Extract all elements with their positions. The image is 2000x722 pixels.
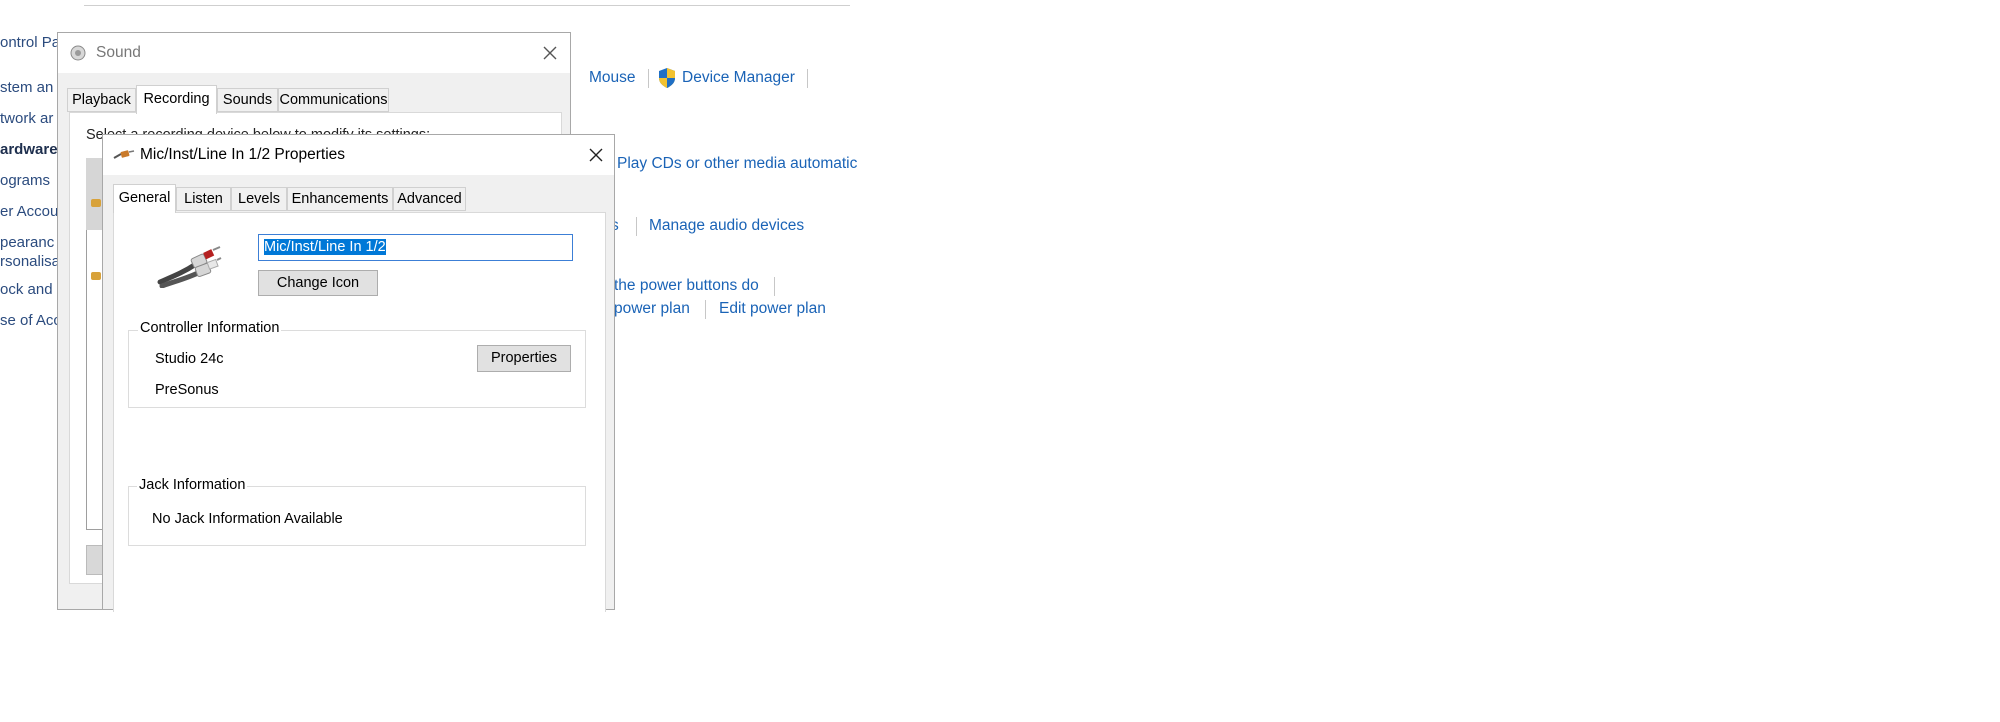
controller-properties-button[interactable]: Properties — [477, 345, 571, 372]
device-icon — [91, 272, 101, 280]
controller-vendor: PreSonus — [155, 382, 219, 398]
manage-audio-devices-link[interactable]: Manage audio devices — [649, 217, 804, 235]
properties-title-bar: Mic/Inst/Line In 1/2 Properties — [103, 135, 614, 175]
tab-enhancements[interactable]: Enhancements — [287, 187, 393, 211]
sidebar-item-clock[interactable]: ock and — [0, 281, 53, 298]
sidebar-item-user-accounts[interactable]: er Accou — [0, 203, 58, 220]
tab-recording[interactable]: Recording — [136, 85, 217, 114]
control-panel-top-border — [84, 0, 850, 6]
tab-advanced[interactable]: Advanced — [393, 187, 466, 211]
link-separator — [807, 69, 808, 88]
sidebar-item-personalisation[interactable]: rsonalisa — [0, 253, 60, 270]
controller-information-title: Controller Information — [138, 320, 282, 336]
tab-sounds[interactable]: Sounds — [217, 88, 278, 112]
sidebar-item-ease-of-access[interactable]: se of Acc — [0, 312, 61, 329]
link-separator — [648, 69, 649, 88]
sidebar-item-system[interactable]: stem an — [0, 79, 53, 96]
sound-title: Sound — [96, 44, 141, 61]
close-icon[interactable] — [536, 39, 564, 67]
edit-power-plan-link[interactable]: Edit power plan — [719, 300, 826, 318]
jack-information-title: Jack Information — [137, 477, 248, 493]
tab-listen[interactable]: Listen — [176, 187, 231, 211]
speaker-icon — [70, 45, 86, 61]
sidebar-item-hardware[interactable]: ardware — [0, 141, 58, 158]
power-buttons-link[interactable]: the power buttons do — [614, 277, 759, 295]
device-name-selected-text: Mic/Inst/Line In 1/2 — [264, 239, 386, 255]
close-icon[interactable] — [582, 141, 610, 169]
sidebar-item-appearance[interactable]: pearanc — [0, 234, 54, 251]
choose-power-plan-link[interactable]: power plan — [614, 300, 690, 318]
sound-title-bar: Sound — [58, 33, 570, 73]
tab-general[interactable]: General — [113, 184, 176, 213]
uac-shield-icon — [659, 68, 675, 88]
jack-information-text: No Jack Information Available — [152, 511, 343, 527]
tab-playback[interactable]: Playback — [67, 88, 136, 112]
device-name-input[interactable]: Mic/Inst/Line In 1/2 — [258, 234, 573, 261]
link-separator — [636, 217, 637, 236]
link-separator — [705, 300, 706, 319]
rca-plug-icon — [157, 246, 222, 288]
controller-name: Studio 24c — [155, 351, 224, 367]
autoplay-link[interactable]: Play CDs or other media automatic — [617, 155, 857, 173]
sidebar-item-programs[interactable]: ograms — [0, 172, 50, 189]
device-manager-link[interactable]: Device Manager — [682, 69, 795, 87]
device-icon — [91, 199, 101, 207]
change-icon-button[interactable]: Change Icon — [258, 270, 378, 296]
sidebar-item-network[interactable]: twork ar — [0, 110, 53, 127]
rca-cable-icon — [113, 150, 135, 159]
sidebar-item-control-panel-home[interactable]: ontrol Pa — [0, 34, 60, 51]
link-separator — [774, 277, 775, 296]
properties-title: Mic/Inst/Line In 1/2 Properties — [140, 146, 346, 163]
tab-levels[interactable]: Levels — [231, 187, 287, 211]
mouse-link[interactable]: Mouse — [589, 69, 636, 87]
tab-communications[interactable]: Communications — [278, 88, 389, 112]
